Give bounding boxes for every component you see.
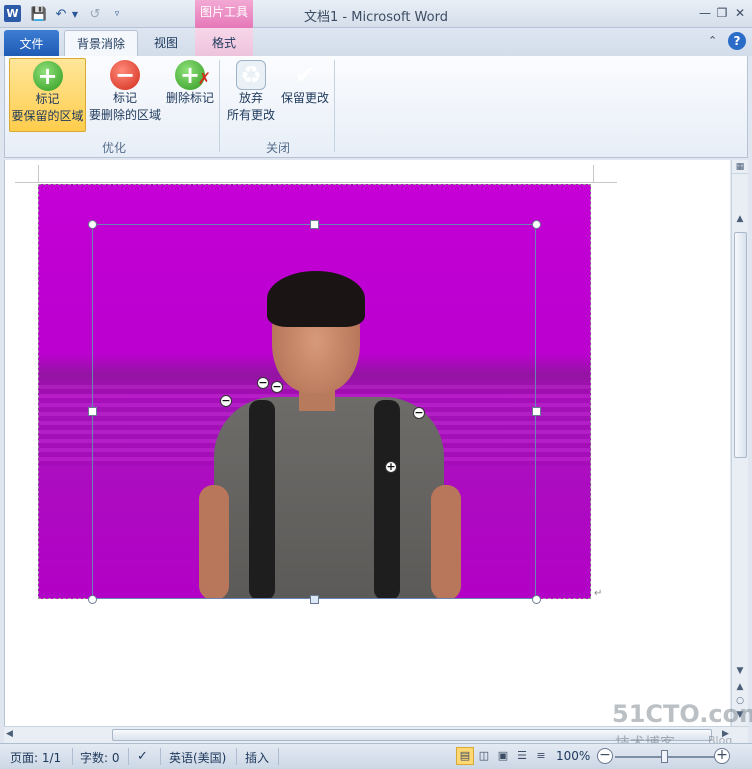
page-margin-guide bbox=[15, 182, 617, 183]
proofing-icon[interactable]: ✓ bbox=[137, 749, 148, 764]
mark-remove-label-1: 标记 bbox=[112, 91, 137, 105]
status-separator bbox=[72, 748, 73, 765]
plus-pencil-icon: + bbox=[32, 61, 63, 91]
tab-format[interactable]: 格式 bbox=[195, 28, 253, 56]
mark-keep-label-2: 要保留的区域 bbox=[11, 109, 84, 123]
discard-label-2: 所有更改 bbox=[226, 108, 275, 122]
group-label-refine: 优化 bbox=[101, 141, 126, 155]
ribbon-tab-row: 文件 背景消除 视图 格式 ⌃ ? bbox=[0, 28, 752, 57]
language[interactable]: 英语(美国) bbox=[169, 749, 226, 766]
group-label-close: 关闭 bbox=[265, 141, 290, 155]
delete-mark-icon: + ✗ bbox=[175, 60, 211, 90]
page-margin-guide bbox=[593, 165, 594, 183]
paragraph-mark-icon: ↵ bbox=[594, 588, 603, 599]
status-separator bbox=[278, 748, 279, 765]
resize-handle-top[interactable] bbox=[310, 220, 319, 229]
mark-areas-to-keep-button[interactable]: + 标记 要保留的区域 bbox=[9, 58, 86, 132]
outline-view-icon[interactable]: ☰ bbox=[513, 747, 531, 765]
keep-mark-icon[interactable]: + bbox=[385, 461, 397, 473]
keep-region-marquee[interactable] bbox=[92, 224, 536, 599]
keep-changes-button[interactable]: ✔ 保留更改 bbox=[279, 58, 331, 132]
minus-pencil-icon: − bbox=[110, 60, 140, 90]
remove-mark-icon[interactable]: − bbox=[220, 395, 232, 407]
page-margin-guide bbox=[38, 165, 39, 183]
remove-mark-icon[interactable]: − bbox=[271, 381, 283, 393]
remove-mark-icon[interactable]: − bbox=[257, 377, 269, 389]
mark-areas-to-remove-button[interactable]: − 标记 要删除的区域 bbox=[88, 58, 162, 132]
page-count[interactable]: 页面: 1/1 bbox=[10, 749, 61, 766]
remove-mark-icon[interactable]: − bbox=[413, 407, 425, 419]
resize-handle-right[interactable] bbox=[532, 407, 541, 416]
status-bar: 页面: 1/1 字数: 0 ✓ 英语(美国) 插入 ▤ ◫ ▣ ☰ ≡ 100%… bbox=[0, 743, 752, 769]
zoom-slider-thumb[interactable] bbox=[661, 750, 668, 763]
minimize-icon[interactable]: — bbox=[697, 5, 713, 21]
tab-background-removal[interactable]: 背景消除 bbox=[64, 30, 138, 57]
delete-mark-button[interactable]: + ✗ 删除标记 bbox=[163, 58, 217, 132]
keep-changes-label: 保留更改 bbox=[280, 91, 329, 105]
ribbon: + 标记 要保留的区域 − 标记 要删除的区域 + ✗ 删除标记 优化 ♻ 放弃 … bbox=[4, 56, 748, 158]
zoom-in-icon[interactable]: + bbox=[714, 748, 730, 764]
print-layout-view-icon[interactable]: ▤ bbox=[456, 747, 474, 765]
checkmark-icon: ✔ bbox=[294, 61, 316, 89]
full-screen-reading-view-icon[interactable]: ◫ bbox=[475, 747, 493, 765]
resize-handle-top-left[interactable] bbox=[88, 220, 97, 229]
ruler-toggle-icon[interactable]: ▦ bbox=[732, 160, 748, 174]
window-title: 文档1 - Microsoft Word bbox=[304, 10, 448, 25]
insert-mode[interactable]: 插入 bbox=[245, 749, 269, 766]
minimize-ribbon-icon[interactable]: ⌃ bbox=[708, 34, 717, 47]
mark-keep-label-1: 标记 bbox=[35, 92, 60, 106]
status-separator bbox=[128, 748, 129, 765]
vertical-scrollbar[interactable]: ▦ ▲ ▼ ▲ ○ ▼ bbox=[731, 160, 748, 726]
resize-handle-bottom[interactable] bbox=[310, 595, 319, 604]
tab-file[interactable]: 文件 bbox=[4, 30, 59, 56]
group-separator bbox=[219, 60, 220, 152]
help-icon[interactable]: ? bbox=[728, 32, 746, 50]
recycle-bin-icon: ♻ bbox=[236, 60, 266, 90]
mark-remove-label-2: 要删除的区域 bbox=[88, 108, 161, 122]
vertical-scroll-thumb[interactable] bbox=[734, 232, 747, 458]
close-icon[interactable]: ✕ bbox=[732, 5, 748, 21]
discard-all-changes-button[interactable]: ♻ 放弃 所有更改 bbox=[223, 58, 279, 132]
previous-page-icon[interactable]: ▲ bbox=[732, 680, 748, 694]
watermark-brand: 51CTO.com bbox=[612, 700, 752, 728]
draft-view-icon[interactable]: ≡ bbox=[532, 747, 550, 765]
discard-label-1: 放弃 bbox=[238, 91, 263, 105]
web-layout-view-icon[interactable]: ▣ bbox=[494, 747, 512, 765]
status-separator bbox=[160, 748, 161, 765]
zoom-level[interactable]: 100% bbox=[556, 749, 590, 763]
resize-handle-bottom-left[interactable] bbox=[88, 595, 97, 604]
word-count[interactable]: 字数: 0 bbox=[80, 749, 120, 766]
status-separator bbox=[236, 748, 237, 765]
group-separator bbox=[334, 60, 335, 152]
title-bar: W 💾 ↶ ▼ ↺ ▿ 图片工具 文档1 - Microsoft Word — … bbox=[0, 0, 752, 28]
scroll-up-icon[interactable]: ▲ bbox=[732, 212, 748, 226]
resize-handle-left[interactable] bbox=[88, 407, 97, 416]
tab-view[interactable]: 视图 bbox=[146, 28, 186, 56]
zoom-out-icon[interactable]: − bbox=[597, 748, 613, 764]
resize-handle-bottom-right[interactable] bbox=[532, 595, 541, 604]
scroll-left-icon[interactable]: ◀ bbox=[6, 729, 13, 739]
resize-handle-top-right[interactable] bbox=[532, 220, 541, 229]
restore-icon[interactable]: ❐ bbox=[714, 5, 730, 21]
scroll-down-icon[interactable]: ▼ bbox=[732, 664, 748, 678]
